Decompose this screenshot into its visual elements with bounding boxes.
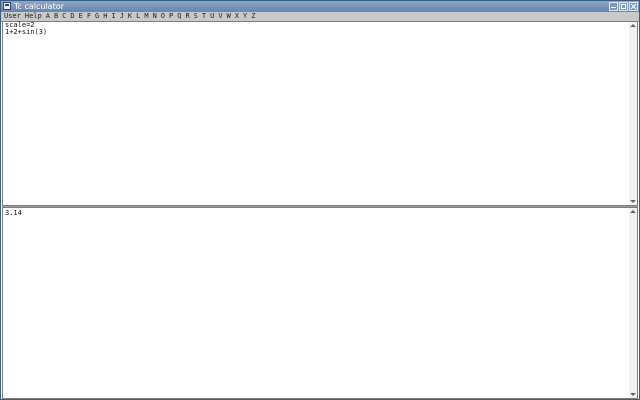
menu-x[interactable]: X bbox=[233, 12, 241, 21]
menu-o[interactable]: O bbox=[159, 12, 167, 21]
menu-r[interactable]: R bbox=[183, 12, 191, 21]
title-bar[interactable]: Tc calculator bbox=[1, 1, 639, 12]
output-scrollbar[interactable] bbox=[629, 208, 637, 398]
menu-g[interactable]: G bbox=[93, 12, 101, 21]
menu-b[interactable]: B bbox=[52, 12, 60, 21]
menu-t[interactable]: T bbox=[200, 12, 208, 21]
menu-j[interactable]: J bbox=[118, 12, 126, 21]
output-line: 3.14 bbox=[5, 209, 22, 217]
menu-i[interactable]: I bbox=[109, 12, 117, 21]
scroll-up-icon[interactable] bbox=[630, 210, 636, 213]
minimize-button[interactable] bbox=[609, 2, 618, 11]
menu-e[interactable]: E bbox=[77, 12, 85, 21]
menu-c[interactable]: C bbox=[60, 12, 68, 21]
menu-w[interactable]: W bbox=[225, 12, 233, 21]
menu-p[interactable]: P bbox=[167, 12, 175, 21]
menu-v[interactable]: V bbox=[216, 12, 224, 21]
menu-a[interactable]: A bbox=[44, 12, 52, 21]
input-scrollbar[interactable] bbox=[629, 22, 637, 205]
menu-user[interactable]: User bbox=[1, 12, 23, 21]
menu-d[interactable]: D bbox=[68, 12, 76, 21]
menu-n[interactable]: N bbox=[151, 12, 159, 21]
menu-k[interactable]: K bbox=[126, 12, 134, 21]
menu-help[interactable]: Help bbox=[23, 12, 44, 21]
menu-q[interactable]: Q bbox=[175, 12, 183, 21]
menu-y[interactable]: Y bbox=[241, 12, 249, 21]
output-pane[interactable]: 3.14 bbox=[2, 207, 638, 399]
output-text-area[interactable]: 3.14 bbox=[5, 210, 627, 217]
menu-l[interactable]: L bbox=[134, 12, 142, 21]
maximize-button[interactable] bbox=[619, 2, 628, 11]
menu-u[interactable]: U bbox=[208, 12, 216, 21]
menu-f[interactable]: F bbox=[85, 12, 93, 21]
calculator-window: Tc calculator User Help A B C D E F G H I J K L M N O P Q R… bbox=[0, 0, 640, 400]
window-title: Tc calculator bbox=[14, 2, 64, 11]
menu-m[interactable]: M bbox=[142, 12, 150, 21]
scroll-down-icon[interactable] bbox=[630, 393, 636, 396]
scroll-up-icon[interactable] bbox=[630, 24, 636, 27]
input-pane[interactable]: scale=2 1+2+sin(3) bbox=[2, 21, 638, 206]
input-line: scale=2 bbox=[5, 21, 35, 29]
calculator-icon[interactable] bbox=[3, 2, 11, 10]
input-text-area[interactable]: scale=2 1+2+sin(3) bbox=[5, 22, 627, 36]
close-button[interactable] bbox=[629, 2, 638, 11]
input-line: 1+2+sin(3) bbox=[5, 28, 48, 36]
menu-s[interactable]: S bbox=[192, 12, 200, 21]
menu-z[interactable]: Z bbox=[249, 12, 257, 21]
scroll-down-icon[interactable] bbox=[630, 200, 636, 203]
menu-h[interactable]: H bbox=[101, 12, 109, 21]
